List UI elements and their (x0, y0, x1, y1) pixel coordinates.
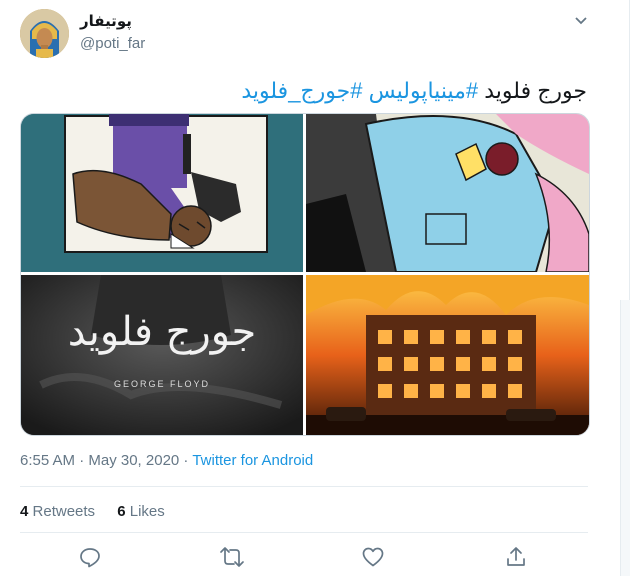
tweet-text-plain: جورج فلويد (484, 78, 587, 103)
right-panel-edge (620, 300, 630, 576)
likes-stat[interactable]: 6 Likes (117, 503, 165, 520)
retweet-icon[interactable] (219, 545, 245, 571)
share-icon[interactable] (504, 545, 530, 571)
display-name[interactable]: پوتیفار (80, 12, 132, 30)
poster-title-arabic: جورج فلويد (67, 309, 257, 355)
timestamp[interactable]: 6:55 AM · May 30, 2020 (20, 452, 179, 469)
poster-caption: GEORGE FLOYD (113, 379, 210, 389)
retweets-stat[interactable]: 4 Retweets (20, 503, 95, 520)
tweet-actions (0, 545, 630, 575)
divider (20, 486, 588, 487)
tweet-meta: 6:55 AM · May 30, 2020 · Twitter for And… (20, 452, 313, 469)
likes-label: Likes (129, 503, 165, 520)
media-image-fire[interactable] (306, 275, 589, 435)
media-image-poster[interactable]: جورج فلويد GEORGE FLOYD (21, 275, 303, 435)
source-link[interactable]: Twitter for Android (192, 452, 313, 469)
divider (20, 532, 588, 533)
user-handle[interactable]: @poti_far (80, 35, 145, 52)
hashtag-link[interactable]: #مینیاپولیس (369, 78, 479, 103)
avatar[interactable] (20, 9, 69, 58)
media-image-cartoon[interactable] (21, 114, 303, 272)
meta-separator: · (179, 452, 193, 469)
likes-count: 6 (117, 503, 126, 520)
chevron-down-icon[interactable] (572, 12, 590, 30)
hashtag-link[interactable]: #جورج_فلويد (241, 78, 362, 103)
reply-icon[interactable] (78, 545, 104, 571)
media-grid: جورج فلويد GEORGE FLOYD (20, 113, 590, 436)
tweet-card: پوتیفار @poti_far جورج فلويد #مینیاپولیس… (0, 0, 630, 576)
tweet-stats: 4 Retweets 6 Likes (20, 503, 183, 520)
retweets-count: 4 (20, 503, 29, 520)
pharaoh-avatar-icon (20, 9, 69, 58)
retweets-label: Retweets (32, 503, 96, 520)
like-icon[interactable] (361, 545, 387, 571)
tweet-text: جورج فلويد #مینیاپولیس #جورج_فلويد (241, 78, 587, 104)
media-image-officer[interactable] (306, 114, 589, 272)
